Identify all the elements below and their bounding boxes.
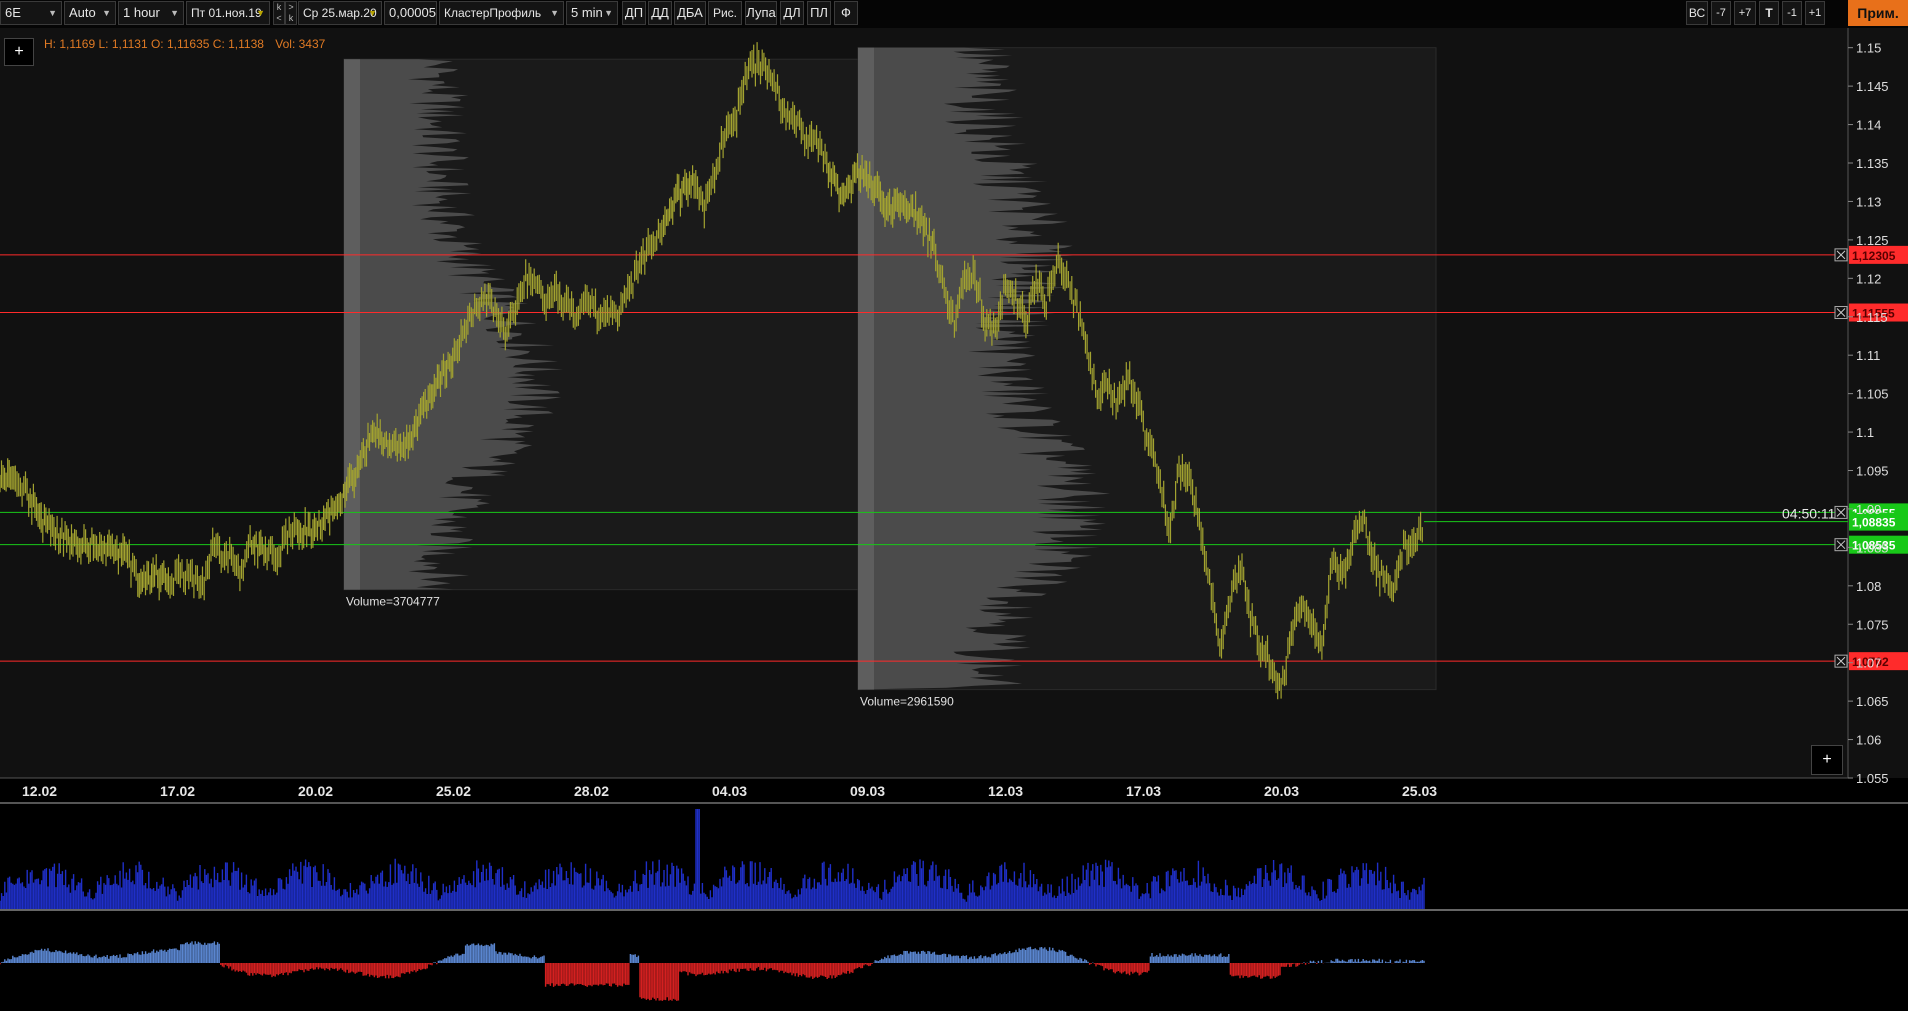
symbol-dropdown[interactable]: 6E ▼ xyxy=(0,1,62,25)
add-indicator-button[interactable]: + xyxy=(4,38,34,66)
right-arrow-icon: > xyxy=(288,2,294,12)
x-tick-label: 04.03 xyxy=(712,783,747,799)
scale-dropdown[interactable]: Auto ▼ xyxy=(64,1,116,25)
draw-button[interactable]: Рис. xyxy=(708,1,742,25)
timeframe-dropdown[interactable]: 1 hour ▼ xyxy=(118,1,184,25)
k-down-label: k xyxy=(288,13,294,23)
chevron-down-icon: ▼ xyxy=(368,8,377,18)
scale-value: Auto xyxy=(69,5,96,20)
y-tick-label: 1.105 xyxy=(1856,387,1889,402)
add-pane-button[interactable]: + xyxy=(1811,745,1843,775)
y-tick-label: 1.12 xyxy=(1856,271,1881,286)
y-tick-label: 1.1 xyxy=(1856,425,1874,440)
date-to-value: Ср 25.мар.20 xyxy=(303,6,377,20)
dba-button[interactable]: ДБА xyxy=(674,1,706,25)
t-button[interactable]: T xyxy=(1759,1,1779,25)
minus7-button[interactable]: -7 xyxy=(1711,1,1731,25)
k-up-button[interactable]: k < xyxy=(273,1,285,25)
chevron-down-icon: ▼ xyxy=(48,8,57,18)
chevron-down-icon: ▼ xyxy=(256,8,265,18)
ohlc-values: H: 1,1169 L: 1,1131 O: 1,11635 C: 1,1138 xyxy=(44,37,264,51)
y-tick-label: 1.09 xyxy=(1856,502,1881,517)
y-tick-label: 1.125 xyxy=(1856,233,1889,248)
bar-countdown: 04:50:11 xyxy=(1782,505,1836,521)
magnifier-button[interactable]: Лупа xyxy=(745,1,777,25)
y-tick-label: 1.075 xyxy=(1856,617,1889,632)
date-from-value: Пт 01.ноя.19 xyxy=(191,6,262,20)
x-tick-label: 25.02 xyxy=(436,783,471,799)
volume-profile-base xyxy=(344,59,360,590)
pl-button[interactable]: ПЛ xyxy=(807,1,831,25)
y-tick-label: 1.085 xyxy=(1856,540,1889,555)
x-tick-label: 20.03 xyxy=(1264,783,1299,799)
chevron-down-icon: ▼ xyxy=(604,8,613,18)
volume-profile-base xyxy=(858,47,874,690)
x-tick-label: 09.03 xyxy=(850,783,885,799)
y-tick-label: 1.135 xyxy=(1856,156,1889,171)
volume-profile-label: Volume=3704777 xyxy=(346,595,440,609)
symbol-value: 6E xyxy=(5,5,21,20)
x-tick-label: 12.03 xyxy=(988,783,1023,799)
x-tick-label: 25.03 xyxy=(1402,783,1437,799)
x-tick-label: 17.02 xyxy=(160,783,195,799)
y-tick-label: 1.095 xyxy=(1856,464,1889,479)
chevron-down-icon: ▼ xyxy=(550,8,559,18)
y-tick-label: 1.07 xyxy=(1856,656,1881,671)
y-tick-label: 1.15 xyxy=(1856,41,1881,56)
y-tick-label: 1.13 xyxy=(1856,194,1881,209)
dd-button[interactable]: ДД xyxy=(648,1,672,25)
timeframe-value: 1 hour xyxy=(123,5,160,20)
apply-button[interactable]: Прим. xyxy=(1848,0,1908,26)
level-price-label: 1,12305 xyxy=(1852,249,1896,263)
k-up-label: k xyxy=(276,2,282,12)
indicator-value: КластерПрофиль xyxy=(444,6,542,20)
left-arrow-icon: < xyxy=(276,13,282,23)
vs-button[interactable]: ВС xyxy=(1686,1,1708,25)
volume-readout: Vol: 3437 xyxy=(275,37,326,51)
chart-area[interactable]: Volume=3704777Volume=2961590 1,123051,11… xyxy=(0,28,1908,1011)
chevron-down-icon: ▼ xyxy=(102,8,111,18)
y-tick-label: 1.145 xyxy=(1856,79,1889,94)
ohlc-readout: H: 1,1169 L: 1,1131 O: 1,11635 C: 1,1138… xyxy=(44,37,333,51)
indicator-dropdown[interactable]: КластерПрофиль ▼ xyxy=(439,1,564,25)
dp-button[interactable]: ДП xyxy=(622,1,646,25)
y-tick-label: 1.08 xyxy=(1856,579,1881,594)
date-to-picker[interactable]: Ср 25.мар.20 ▼ xyxy=(298,1,382,25)
filter-button[interactable]: Ф xyxy=(834,1,858,25)
k-down-button[interactable]: > k xyxy=(285,1,297,25)
date-from-picker[interactable]: Пт 01.ноя.19 ▼ xyxy=(186,1,270,25)
y-tick-label: 1.115 xyxy=(1856,310,1888,325)
toolbar: 6E ▼ Auto ▼ 1 hour ▼ Пт 01.ноя.19 ▼ k < > k Ср… xyxy=(0,0,1908,29)
x-tick-label: 17.03 xyxy=(1126,783,1161,799)
minus1-button[interactable]: -1 xyxy=(1782,1,1802,25)
y-tick-label: 1.055 xyxy=(1856,771,1889,786)
x-tick-label: 12.02 xyxy=(22,783,57,799)
tick-size-field[interactable]: 0,00005 xyxy=(384,1,437,25)
tick-size-value: 0,00005 xyxy=(389,5,436,20)
y-tick-label: 1.06 xyxy=(1856,733,1881,748)
volume-profile-label: Volume=2961590 xyxy=(860,695,954,709)
x-tick-label: 20.02 xyxy=(298,783,333,799)
plus1-button[interactable]: +1 xyxy=(1805,1,1825,25)
chevron-down-icon: ▼ xyxy=(170,8,179,18)
y-tick-label: 1.14 xyxy=(1856,118,1881,133)
y-tick-label: 1.11 xyxy=(1856,348,1880,363)
dl-button[interactable]: ДЛ xyxy=(780,1,804,25)
plus7-button[interactable]: +7 xyxy=(1734,1,1756,25)
time-axis-bg xyxy=(0,778,1908,803)
profile-period-dropdown[interactable]: 5 min ▼ xyxy=(566,1,618,25)
y-tick-label: 1.065 xyxy=(1856,694,1889,709)
current-price-label: 1,08835 xyxy=(1852,516,1896,530)
x-tick-label: 28.02 xyxy=(574,783,609,799)
profile-period-value: 5 min xyxy=(571,5,603,20)
